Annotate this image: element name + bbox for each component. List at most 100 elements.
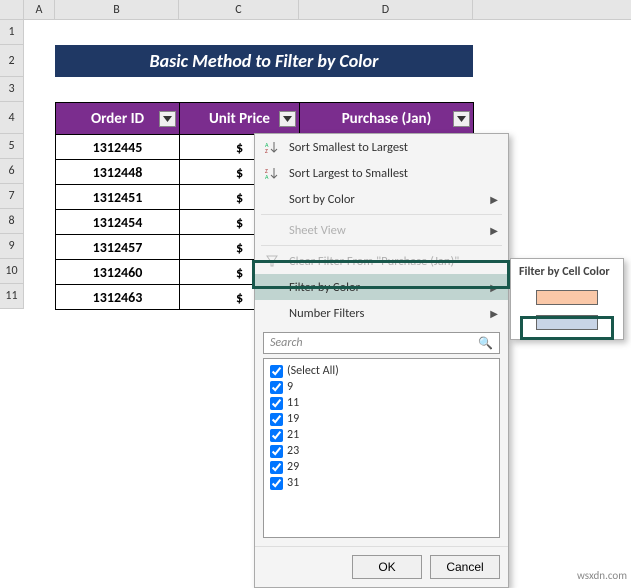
- col-b[interactable]: B: [55, 0, 179, 19]
- cell-order[interactable]: 1312445: [56, 135, 180, 160]
- filter-button-order[interactable]: [159, 111, 176, 127]
- clear-filter-icon: [261, 254, 283, 268]
- row-headers: 1 2 3 4 5 6 7 8 9 10 11: [0, 20, 24, 309]
- row-4[interactable]: 4: [0, 102, 24, 134]
- menu-sheet-view: Sheet View ▶: [255, 217, 508, 243]
- check-item[interactable]: 11: [268, 395, 495, 411]
- svg-text:Z: Z: [265, 147, 268, 154]
- filter-button-price[interactable]: [279, 111, 296, 127]
- menu-separator: [261, 214, 502, 215]
- cell-order[interactable]: 1312460: [56, 260, 180, 285]
- cell-order[interactable]: 1312457: [56, 235, 180, 260]
- checkbox[interactable]: [270, 445, 283, 458]
- watermark: wsxdn.com: [577, 569, 627, 582]
- col-d[interactable]: D: [299, 0, 473, 19]
- header-purchase: Purchase (Jan): [300, 103, 474, 135]
- header-row: Order ID Unit Price Purchase (Jan): [56, 103, 474, 135]
- header-order-label: Order ID: [91, 110, 144, 128]
- checkbox[interactable]: [270, 477, 283, 490]
- row-3[interactable]: 3: [0, 77, 24, 102]
- menu-separator: [261, 245, 502, 246]
- checkbox[interactable]: [270, 381, 283, 394]
- cell-order[interactable]: 1312448: [56, 160, 180, 185]
- color-swatch-2-wrap[interactable]: [515, 310, 619, 335]
- search-icon: 🔍: [478, 336, 493, 351]
- sort-asc-icon: AZ: [261, 140, 283, 154]
- checkbox[interactable]: [270, 365, 283, 378]
- check-label: 9: [287, 380, 293, 394]
- filter-value-checklist[interactable]: (Select All) 9 11 19 21 23 29 31: [263, 358, 500, 538]
- header-unit-price: Unit Price: [180, 103, 300, 135]
- checkbox[interactable]: [270, 461, 283, 474]
- row-6[interactable]: 6: [0, 159, 24, 184]
- check-item[interactable]: 31: [268, 475, 495, 491]
- check-label: 23: [287, 444, 299, 458]
- header-purchase-label: Purchase (Jan): [342, 110, 432, 128]
- row-7[interactable]: 7: [0, 184, 24, 209]
- cell-order[interactable]: 1312451: [56, 185, 180, 210]
- submenu-title: Filter by Cell Color: [515, 263, 619, 285]
- color-swatch-1-wrap[interactable]: [515, 285, 619, 310]
- menu-filter-by-color[interactable]: Filter by Color ▶: [255, 274, 508, 300]
- check-item[interactable]: 23: [268, 443, 495, 459]
- row-9[interactable]: 9: [0, 234, 24, 259]
- col-a[interactable]: A: [24, 0, 55, 19]
- color-swatch-blue[interactable]: [536, 315, 598, 330]
- checkbox[interactable]: [270, 397, 283, 410]
- row-2[interactable]: 2: [0, 45, 24, 77]
- search-placeholder: Search: [270, 336, 303, 350]
- search-input[interactable]: Search 🔍: [263, 332, 500, 354]
- check-item[interactable]: 19: [268, 411, 495, 427]
- check-label: 29: [287, 460, 299, 474]
- chevron-down-icon: [457, 116, 466, 122]
- corner-cell: [0, 0, 24, 19]
- chevron-down-icon: [163, 116, 172, 122]
- sort-desc-icon: ZA: [261, 166, 283, 180]
- chevron-right-icon: ▶: [490, 193, 498, 206]
- check-item[interactable]: 9: [268, 379, 495, 395]
- check-label: 19: [287, 412, 299, 426]
- menu-button-row: OK Cancel: [255, 546, 508, 587]
- checkbox[interactable]: [270, 429, 283, 442]
- chevron-right-icon: ▶: [490, 307, 498, 320]
- row-8[interactable]: 8: [0, 209, 24, 234]
- cancel-button[interactable]: Cancel: [430, 555, 500, 579]
- ok-button[interactable]: OK: [352, 555, 422, 579]
- menu-sort-asc-label: Sort Smallest to Largest: [283, 140, 498, 155]
- check-select-all[interactable]: (Select All): [268, 363, 495, 379]
- header-order-id: Order ID: [56, 103, 180, 135]
- menu-sort-desc-label: Sort Largest to Smallest: [283, 166, 498, 181]
- row-11[interactable]: 11: [0, 284, 24, 309]
- menu-sort-color-label: Sort by Color: [283, 192, 490, 207]
- filter-dropdown-menu: AZ Sort Smallest to Largest ZA Sort Larg…: [254, 133, 509, 588]
- check-label: 11: [287, 396, 299, 410]
- col-c[interactable]: C: [179, 0, 299, 19]
- column-headers: A B C D: [0, 0, 631, 20]
- menu-number-filters-label: Number Filters: [283, 306, 490, 321]
- menu-sort-asc[interactable]: AZ Sort Smallest to Largest: [255, 134, 508, 160]
- row-1[interactable]: 1: [0, 20, 24, 45]
- svg-text:A: A: [265, 173, 269, 180]
- cell-order[interactable]: 1312454: [56, 210, 180, 235]
- menu-clear-filter: Clear Filter From "Purchase (Jan)": [255, 248, 508, 274]
- filter-button-purchase[interactable]: [453, 111, 470, 127]
- chevron-right-icon: ▶: [490, 281, 498, 294]
- color-swatch-orange[interactable]: [536, 290, 598, 305]
- menu-filter-color-label: Filter by Color: [283, 280, 490, 295]
- menu-sheet-view-label: Sheet View: [283, 223, 490, 238]
- check-label: 21: [287, 428, 299, 442]
- menu-number-filters[interactable]: Number Filters ▶: [255, 300, 508, 326]
- row-10[interactable]: 10: [0, 259, 24, 284]
- cell-order[interactable]: 1312463: [56, 285, 180, 310]
- check-item[interactable]: 29: [268, 459, 495, 475]
- menu-sort-by-color[interactable]: Sort by Color ▶: [255, 186, 508, 212]
- checkbox[interactable]: [270, 413, 283, 426]
- row-5[interactable]: 5: [0, 134, 24, 159]
- filter-by-color-submenu: Filter by Cell Color: [510, 258, 624, 340]
- chevron-down-icon: [283, 116, 292, 122]
- check-item[interactable]: 21: [268, 427, 495, 443]
- menu-clear-filter-label: Clear Filter From "Purchase (Jan)": [283, 254, 498, 269]
- header-price-label: Unit Price: [209, 110, 270, 128]
- menu-sort-desc[interactable]: ZA Sort Largest to Smallest: [255, 160, 508, 186]
- chevron-right-icon: ▶: [490, 224, 498, 237]
